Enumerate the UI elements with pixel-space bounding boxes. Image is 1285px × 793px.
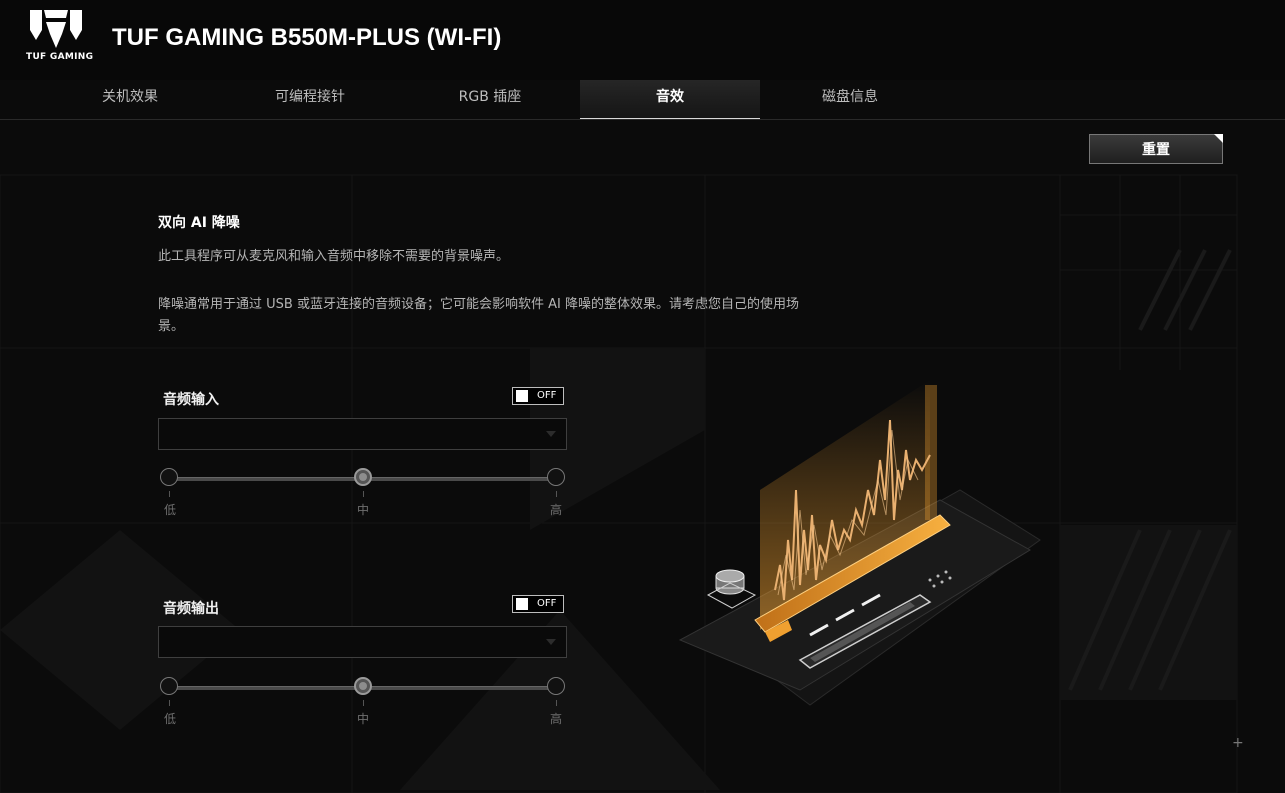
app-header: TUF GAMING TUF GAMING B550M-PLUS (WI-FI) [0,0,1285,80]
noise-cancel-illustration [678,380,1041,706]
audio-output-level-slider[interactable]: 低 中 高 [160,677,570,726]
audio-input-toggle[interactable]: OFF [512,387,564,405]
reset-button[interactable]: 重置 [1089,134,1223,164]
toggle-knob [516,390,528,402]
tick-mark [169,700,170,706]
section-title: 双向 AI 降噪 [158,215,240,231]
tick-mark [169,491,170,497]
level-low-label: 低 [163,712,176,726]
reset-label: 重置 [1142,142,1170,158]
tab-bar: 关机效果 可编程接针 RGB 插座 音效 磁盘信息 [40,80,940,120]
corner-accent [1214,134,1223,143]
tick-mark [556,700,557,706]
section-description: 此工具程序可从麦克风和输入音频中移除不需要的背景噪声。 [158,249,510,264]
tab-divider [0,119,1285,120]
level-mid-label: 中 [356,712,369,726]
level-mid-label: 中 [356,503,369,517]
tick-mark [556,491,557,497]
audio-input-level-slider[interactable]: 低 中 高 [160,468,570,517]
tab-shutdown-effect[interactable]: 关机效果 [40,80,220,118]
section-note: 降噪通常用于通过 USB 或蓝牙连接的音频设备；它可能会影响软件 AI 降噪的整… [158,297,799,334]
tab-disk-info[interactable]: 磁盘信息 [760,80,940,118]
toggle-state: OFF [537,598,557,609]
audio-input-label: 音频输入 [163,392,219,408]
tab-programmable-header[interactable]: 可编程接针 [220,80,400,118]
audio-input-select[interactable] [158,418,567,450]
audio-output-toggle[interactable]: OFF [512,595,564,613]
chevron-down-icon [546,639,556,645]
toggle-knob [516,598,528,610]
audio-output-label: 音频输出 [163,601,219,617]
tick-mark [363,491,364,497]
level-low-node[interactable] [160,468,178,486]
chevron-down-icon [546,431,556,437]
audio-output-select[interactable] [158,626,567,658]
page-title: TUF GAMING B550M-PLUS (WI-FI) [112,24,502,51]
brand-text: TUF GAMING [26,52,94,62]
plus-icon: + [1232,735,1244,751]
level-low-label: 低 [163,503,176,517]
tab-audio[interactable]: 音效 [580,80,760,120]
level-mid-node[interactable] [354,468,372,486]
level-low-node[interactable] [160,677,178,695]
tab-rgb-header[interactable]: RGB 插座 [400,80,580,118]
tick-mark [363,700,364,706]
level-mid-node[interactable] [354,677,372,695]
toggle-state: OFF [537,390,557,401]
